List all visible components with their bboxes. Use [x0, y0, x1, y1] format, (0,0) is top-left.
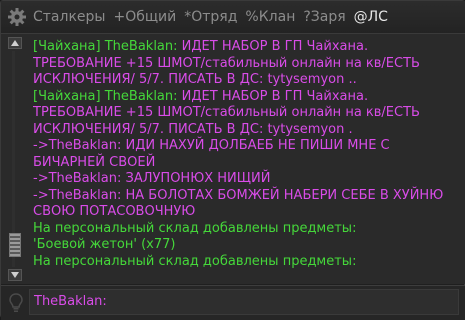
chat-message: [Чайхана] TheBaklan: ИДЕТ НАБОР В ГП Чай…: [33, 89, 458, 139]
chat-window: Сталкеры +Общий *Отряд %Клан ?Заря @ЛС […: [0, 0, 465, 320]
chat-tabs: Сталкеры +Общий *Отряд %Клан ?Заря @ЛС: [29, 1, 392, 33]
chat-message: ->TheBaklan: ЗАЛУПОНЮХ НИЩИЙ: [33, 171, 458, 188]
tab-clan[interactable]: %Клан: [241, 9, 299, 25]
system-message: На персональный склад добавлены предметы…: [33, 221, 458, 238]
message-sender: [Чайхана] TheBaklan:: [33, 39, 182, 54]
chat-input-bar: TheBaklan:: [1, 285, 465, 320]
chat-input[interactable]: TheBaklan:: [29, 289, 459, 315]
chat-scrollbar[interactable]: [7, 37, 22, 281]
tab-zarya[interactable]: ?Заря: [299, 9, 349, 25]
chat-message: [Чайхана] TheBaklan: ИДЕТ НАБОР В ГП Чай…: [33, 39, 458, 89]
chat-messages: [Чайхана] TheBaklan: ИДЕТ НАБОР В ГП Чай…: [33, 39, 458, 283]
scroll-up-arrow-icon[interactable]: [8, 37, 22, 49]
message-text: 'Боевой жетон' (x77): [33, 237, 176, 252]
message-sender: [Чайхана] TheBaklan:: [33, 88, 182, 104]
tab-private-messages[interactable]: @ЛС: [350, 9, 392, 25]
chat-tab-bar: Сталкеры +Общий *Отряд %Клан ?Заря @ЛС: [1, 1, 465, 34]
message-text: ->TheBaklan: ИДИ НАХУЙ ДОЛБАЕБ НЕ ПИШИ М…: [33, 138, 390, 170]
lightbulb-icon[interactable]: [9, 293, 23, 313]
scroll-thumb[interactable]: [9, 233, 21, 257]
tab-stalkers[interactable]: Сталкеры: [29, 9, 109, 25]
message-text: ->TheBaklan: НА БОЛОТАХ БОМЖЕЙ НАБЕРИ СЕ…: [33, 187, 444, 220]
system-message: На персональный склад добавлены предметы…: [33, 254, 458, 271]
message-text: ->TheBaklan: ЗАЛУПОНЮХ НИЩИЙ: [33, 171, 271, 186]
chat-message: ->TheBaklan: НА БОЛОТАХ БОМЖЕЙ НАБЕРИ СЕ…: [33, 188, 458, 221]
chat-message: ->TheBaklan: ИДИ НАХУЙ ДОЛБАЕБ НЕ ПИШИ М…: [33, 138, 458, 171]
gear-icon[interactable]: [7, 7, 27, 27]
tab-general[interactable]: +Общий: [109, 9, 180, 25]
tab-squad[interactable]: *Отряд: [180, 9, 241, 25]
message-text: На персональный склад добавлены предметы…: [33, 253, 357, 269]
message-text: На персональный склад добавлены предметы…: [33, 220, 357, 236]
system-message: 'Боевой жетон' (x77): [33, 237, 458, 254]
scroll-down-arrow-icon[interactable]: [8, 269, 22, 281]
